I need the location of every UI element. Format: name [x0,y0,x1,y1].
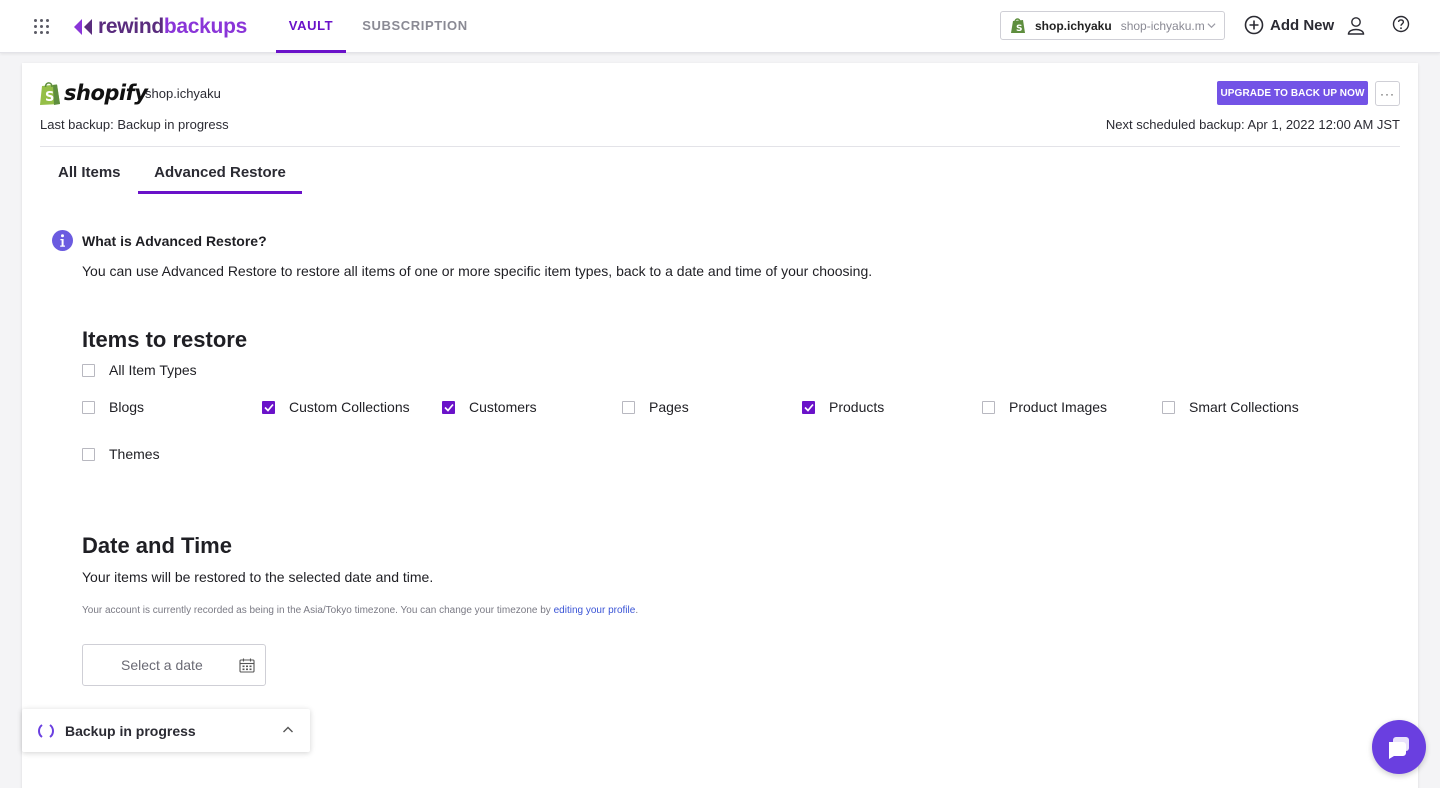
info-title: What is Advanced Restore? [82,233,267,249]
shopify-logo: S shopify [39,80,148,106]
brand-name-part1: rewind [98,15,164,38]
checkbox-box-checked[interactable] [802,400,815,414]
checkbox-label: Product Images [1009,399,1108,415]
chevron-down-icon [1207,23,1216,29]
checkmark-icon [263,403,274,412]
date-picker-input[interactable]: Select a date [82,644,266,686]
spinner-icon [38,723,54,738]
shopify-bag-icon: S [1011,18,1025,34]
timezone-note: Your account is currently recorded as be… [82,605,638,616]
items-to-restore-title: Items to restore [82,327,248,352]
tab-advanced-restore[interactable]: Advanced Restore [138,164,302,194]
checkbox-label: Themes [109,446,160,462]
checkbox-customers[interactable]: Customers [442,399,537,415]
rewind-logo-icon [74,19,92,35]
store-name: shop.ichyaku [1035,18,1112,33]
checkbox-label: Customers [469,399,537,415]
shop-label: shop.ichyaku [145,86,221,101]
store-domain: shop-ichyaku.m [1120,18,1205,33]
brand-name-part2: backups [163,15,247,38]
date-placeholder: Select a date [121,657,203,673]
user-icon[interactable] [1347,16,1365,35]
last-backup-status: Last backup: Backup in progress [40,117,229,132]
svg-text:S: S [1016,24,1022,34]
date-and-time-subtitle: Your items will be restored to the selec… [82,569,434,585]
backup-progress-toast[interactable]: Backup in progress [22,709,310,752]
checkbox-blogs[interactable]: Blogs [82,399,144,415]
shopify-bag-icon: S [40,82,60,105]
checkbox-product-images[interactable]: Product Images [982,399,1107,415]
checkbox-themes[interactable]: Themes [82,446,160,462]
add-new-button[interactable]: Add New [1244,15,1334,35]
checkbox-box[interactable] [1162,400,1175,414]
checkbox-label: Custom Collections [289,399,410,415]
backup-progress-label: Backup in progress [65,722,196,739]
checkbox-box[interactable] [622,400,635,414]
checkbox-products[interactable]: Products [802,399,884,415]
header-divider [40,146,1400,147]
timezone-note-end: . [635,605,639,616]
chevron-up-icon[interactable] [282,724,294,736]
help-icon[interactable] [1392,15,1410,33]
info-description: You can use Advanced Restore to restore … [82,263,873,279]
more-options-button[interactable]: ··· [1375,81,1400,106]
checkmark-icon [443,403,454,412]
checkbox-custom-collections[interactable]: Custom Collections [262,399,410,415]
checkbox-label: Pages [649,399,689,415]
checkbox-box[interactable] [82,363,95,377]
apps-grid-icon[interactable] [34,19,49,34]
checkbox-smart-collections[interactable]: Smart Collections [1162,399,1299,415]
checkbox-label: Products [829,399,885,415]
svg-text:S: S [45,90,54,105]
main-card: S shopify shop.ichyaku Last backup: Back… [22,63,1418,788]
date-and-time-title: Date and Time [82,533,232,558]
checkbox-label: All Item Types [109,362,197,378]
plus-circle-icon [1244,15,1264,35]
checkbox-label: Smart Collections [1189,399,1299,415]
checkmark-icon [803,403,814,412]
info-icon [52,230,73,251]
checkbox-box-checked[interactable] [442,400,455,414]
store-selector[interactable]: S shop.ichyaku shop-ichyaku.m [1000,11,1225,40]
chat-icon [1389,737,1409,759]
edit-profile-link[interactable]: editing your profile [554,605,636,616]
checkbox-label: Blogs [109,399,145,415]
checkbox-box[interactable] [82,400,95,414]
upgrade-button[interactable]: UPGRADE TO BACK UP NOW [1217,81,1368,105]
shopify-wordmark: shopify [64,81,148,105]
chat-launcher-button[interactable] [1372,720,1426,774]
next-scheduled-backup: Next scheduled backup: Apr 1, 2022 12:00… [1105,117,1400,132]
add-new-label: Add New [1270,16,1335,34]
checkbox-all-item-types[interactable]: All Item Types [82,362,197,378]
brand-logo[interactable]: rewind backups [72,13,247,41]
checkbox-box-checked[interactable] [262,400,275,414]
checkbox-box[interactable] [982,400,995,414]
calendar-icon[interactable] [239,658,255,673]
timezone-note-text: Your account is currently recorded as be… [82,605,554,616]
checkbox-box[interactable] [82,447,95,461]
checkbox-pages[interactable]: Pages [622,399,689,415]
nav-tab-vault[interactable]: VAULT [276,0,346,53]
tab-all-items[interactable]: All Items [58,164,122,194]
top-navbar: rewind backups VAULT SUBSCRIPTION S shop.… [0,0,1440,53]
nav-tab-subscription[interactable]: SUBSCRIPTION [360,0,470,53]
